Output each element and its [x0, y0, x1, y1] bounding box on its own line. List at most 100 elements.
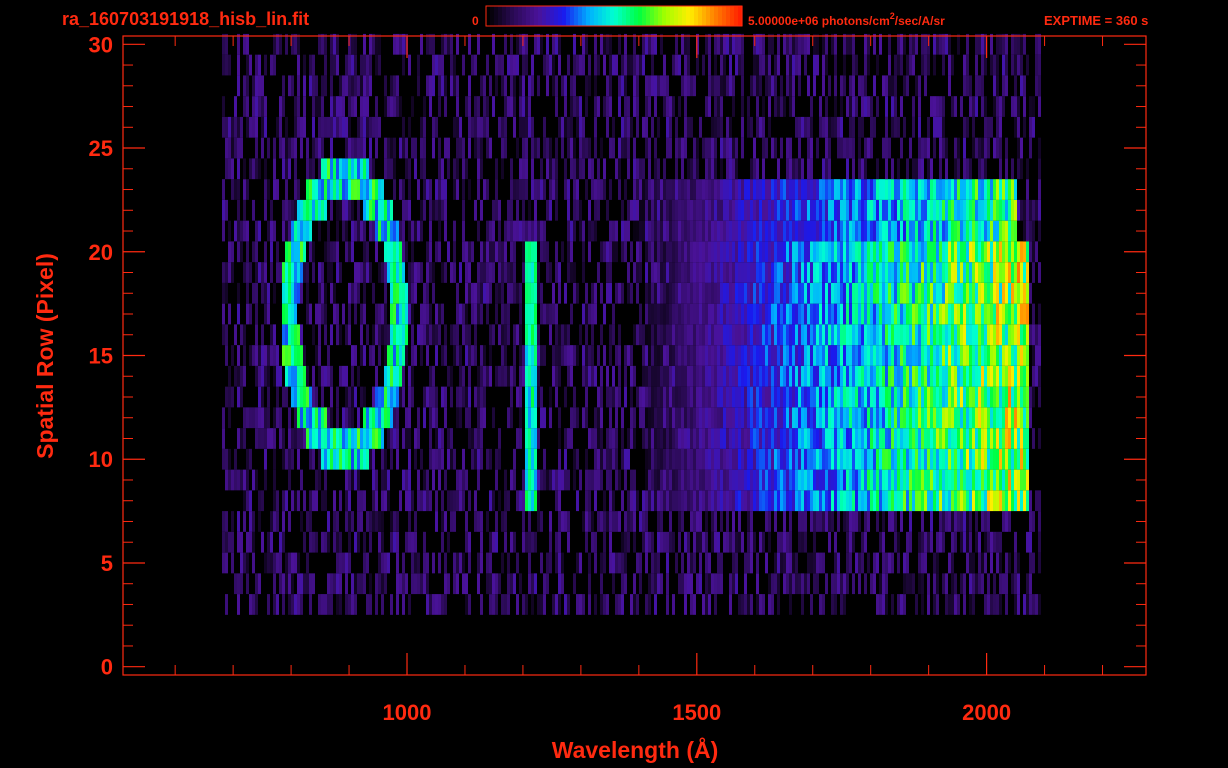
- heatmap-cell: [654, 262, 657, 283]
- heatmap-cell: [771, 199, 774, 221]
- heatmap-cell: [399, 262, 402, 283]
- heatmap-cell: [693, 137, 696, 159]
- heatmap-cell: [450, 386, 453, 408]
- heatmap-cell: [363, 573, 366, 595]
- heatmap-cell: [1011, 469, 1014, 491]
- heatmap-cell: [915, 241, 918, 263]
- heatmap-cell: [420, 303, 423, 325]
- colorbar-swatch: [622, 6, 627, 26]
- heatmap-cell: [969, 241, 972, 263]
- heatmap-cell: [702, 594, 705, 615]
- heatmap-cell: [615, 552, 618, 574]
- heatmap-cell: [519, 282, 522, 304]
- heatmap-cell: [411, 531, 414, 553]
- heatmap-cell: [735, 531, 738, 553]
- heatmap-cell: [405, 345, 408, 366]
- heatmap-cell: [870, 573, 873, 595]
- heatmap-cell: [1026, 594, 1029, 615]
- heatmap-cell: [387, 262, 390, 283]
- heatmap-cell: [831, 469, 834, 491]
- heatmap-cell: [246, 407, 249, 429]
- heatmap-cell: [885, 386, 888, 408]
- heatmap-cell: [366, 158, 369, 180]
- heatmap-cell: [348, 386, 351, 408]
- heatmap-cell: [888, 469, 891, 491]
- heatmap-cell: [543, 469, 546, 491]
- heatmap-cell: [705, 594, 708, 615]
- heatmap-cell: [501, 303, 504, 325]
- heatmap-cell: [264, 552, 267, 574]
- heatmap-cell: [531, 220, 534, 242]
- heatmap-cell: [948, 324, 951, 346]
- heatmap-cell: [351, 96, 354, 117]
- heatmap-cell: [966, 116, 969, 138]
- heatmap-cell: [846, 531, 849, 553]
- heatmap-cell: [378, 262, 381, 283]
- heatmap-cell: [1011, 448, 1014, 470]
- heatmap-cell: [1038, 428, 1041, 449]
- heatmap-cell: [873, 552, 876, 574]
- heatmap-cell: [1017, 116, 1020, 138]
- heatmap-cell: [996, 552, 999, 574]
- heatmap-cell: [555, 386, 558, 408]
- heatmap-cell: [321, 490, 324, 512]
- heatmap-cell: [381, 448, 384, 470]
- heatmap-cell: [948, 179, 951, 200]
- heatmap-cell: [372, 448, 375, 470]
- heatmap-cell: [642, 179, 645, 200]
- heatmap-cell: [918, 116, 921, 138]
- heatmap-cell: [765, 199, 768, 221]
- heatmap-cell: [237, 594, 240, 615]
- heatmap-cell: [708, 303, 711, 325]
- heatmap-cell: [855, 179, 858, 200]
- heatmap-cell: [579, 199, 582, 221]
- heatmap-cell: [930, 386, 933, 408]
- heatmap-cell: [867, 552, 870, 574]
- heatmap-cell: [693, 511, 696, 532]
- heatmap-cell: [543, 220, 546, 242]
- heatmap-cell: [498, 573, 501, 595]
- heatmap-cell: [882, 75, 885, 97]
- heatmap-cell: [483, 96, 486, 117]
- heatmap-cell: [648, 469, 651, 491]
- heatmap-cell: [297, 262, 300, 283]
- heatmap-cell: [732, 552, 735, 574]
- heatmap-cell: [294, 241, 297, 263]
- heatmap-cell: [1032, 220, 1035, 242]
- heatmap-cell: [348, 490, 351, 512]
- heatmap-cell: [711, 511, 714, 532]
- heatmap-cell: [669, 428, 672, 449]
- heatmap-cell: [909, 220, 912, 242]
- heatmap-cell: [390, 282, 393, 304]
- heatmap-cell: [429, 428, 432, 449]
- heatmap-cell: [615, 345, 618, 366]
- heatmap-cell: [534, 179, 537, 200]
- heatmap-cell: [363, 407, 366, 429]
- heatmap-cell: [330, 262, 333, 283]
- heatmap-cell: [408, 386, 411, 408]
- heatmap-cell: [579, 96, 582, 117]
- heatmap-cell: [351, 407, 354, 429]
- heatmap-cell: [642, 345, 645, 366]
- heatmap-cell: [702, 303, 705, 325]
- heatmap-cell: [789, 199, 792, 221]
- heatmap-cell: [774, 490, 777, 512]
- heatmap-cell: [768, 448, 771, 470]
- heatmap-cell: [528, 324, 531, 346]
- heatmap-cell: [948, 345, 951, 366]
- heatmap-cell: [705, 324, 708, 346]
- heatmap-cell: [924, 324, 927, 346]
- heatmap-cell: [633, 407, 636, 429]
- heatmap-cell: [939, 428, 942, 449]
- heatmap-cell: [993, 594, 996, 615]
- heatmap-cell: [747, 303, 750, 325]
- heatmap-cell: [531, 386, 534, 408]
- heatmap-cell: [432, 137, 435, 159]
- heatmap-cell: [345, 386, 348, 408]
- heatmap-cell: [348, 594, 351, 615]
- heatmap-cell: [777, 262, 780, 283]
- heatmap-cell: [825, 428, 828, 449]
- heatmap-cell: [906, 345, 909, 366]
- heatmap-cell: [906, 199, 909, 221]
- heatmap-cell: [738, 407, 741, 429]
